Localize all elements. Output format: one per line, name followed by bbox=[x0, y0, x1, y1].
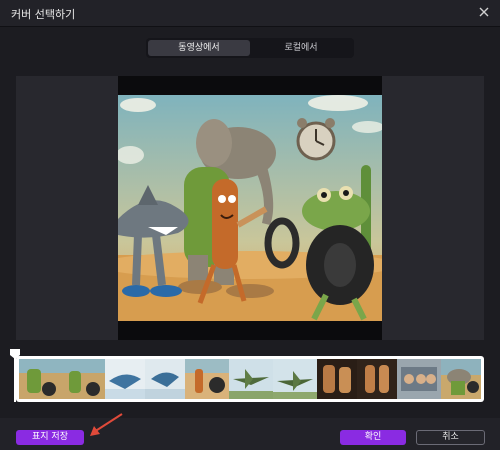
timeline-frame[interactable] bbox=[441, 359, 481, 399]
cancel-button[interactable]: 취소 bbox=[416, 430, 485, 445]
timeline-frame[interactable] bbox=[185, 359, 229, 399]
tab-from-video[interactable]: 동영상에서 bbox=[148, 40, 250, 56]
timeline-frame[interactable] bbox=[105, 359, 145, 399]
timeline-frame[interactable] bbox=[397, 359, 441, 399]
timeline-frame[interactable] bbox=[19, 359, 105, 399]
cover-preview bbox=[118, 76, 382, 340]
confirm-button[interactable]: 확인 bbox=[340, 430, 406, 445]
close-icon[interactable] bbox=[476, 4, 492, 20]
timeline-frame[interactable] bbox=[357, 359, 397, 399]
timeline-frame[interactable] bbox=[317, 359, 357, 399]
window-title: 커버 선택하기 bbox=[11, 8, 76, 21]
timeline-frame[interactable] bbox=[229, 359, 273, 399]
timeline-frame[interactable] bbox=[145, 359, 185, 399]
source-tabs: 동영상에서 로컬에서 bbox=[146, 38, 354, 58]
arrow-annotation-icon bbox=[90, 413, 123, 436]
tab-from-local[interactable]: 로컬에서 bbox=[250, 40, 352, 56]
title-bar: 커버 선택하기 bbox=[0, 0, 500, 27]
save-cover-button[interactable]: 표지 저장 bbox=[16, 430, 84, 445]
cover-image bbox=[118, 95, 382, 321]
playhead-line bbox=[14, 356, 16, 402]
timeline-frame[interactable] bbox=[273, 359, 317, 399]
